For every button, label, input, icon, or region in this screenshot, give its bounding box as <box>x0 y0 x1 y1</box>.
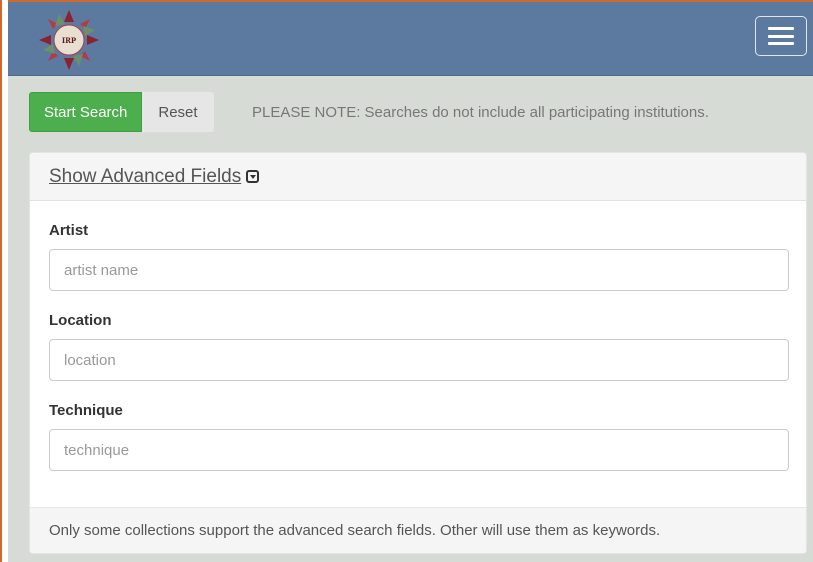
star-logo-icon: IRP <box>39 10 99 70</box>
logo-text: IRP <box>62 36 77 45</box>
artist-input[interactable] <box>49 249 789 291</box>
panel-header: Show Advanced Fields <box>30 153 806 201</box>
search-notice: PLEASE NOTE: Searches do not include all… <box>252 103 709 121</box>
menu-toggle-button[interactable] <box>755 16 807 56</box>
advanced-search-panel: Show Advanced Fields Artist Location Tec… <box>29 152 807 554</box>
show-advanced-fields-label: Show Advanced Fields <box>49 165 242 187</box>
navbar: IRP <box>8 0 813 76</box>
artist-field-group: Artist <box>49 221 789 291</box>
show-advanced-fields-toggle[interactable]: Show Advanced Fields <box>49 165 260 188</box>
start-search-button[interactable]: Start Search <box>29 92 143 132</box>
reset-button[interactable]: Reset <box>142 92 214 132</box>
irp-logo[interactable]: IRP <box>32 6 106 74</box>
page-frame: IRP Start Search Reset PLEASE NOTE: Sear… <box>0 0 813 562</box>
location-label: Location <box>49 312 112 329</box>
caret-square-down-icon <box>246 170 260 183</box>
technique-field-group: Technique <box>49 401 789 471</box>
location-field-group: Location <box>49 311 789 381</box>
search-toolbar: Start Search Reset <box>29 92 214 132</box>
hamburger-menu-icon <box>768 27 794 45</box>
technique-input[interactable] <box>49 429 789 471</box>
location-input[interactable] <box>49 339 789 381</box>
technique-label: Technique <box>49 402 123 419</box>
search-area: Start Search Reset PLEASE NOTE: Searches… <box>8 76 813 562</box>
panel-footer-note: Only some collections support the advanc… <box>30 507 806 553</box>
artist-label: Artist <box>49 222 89 239</box>
